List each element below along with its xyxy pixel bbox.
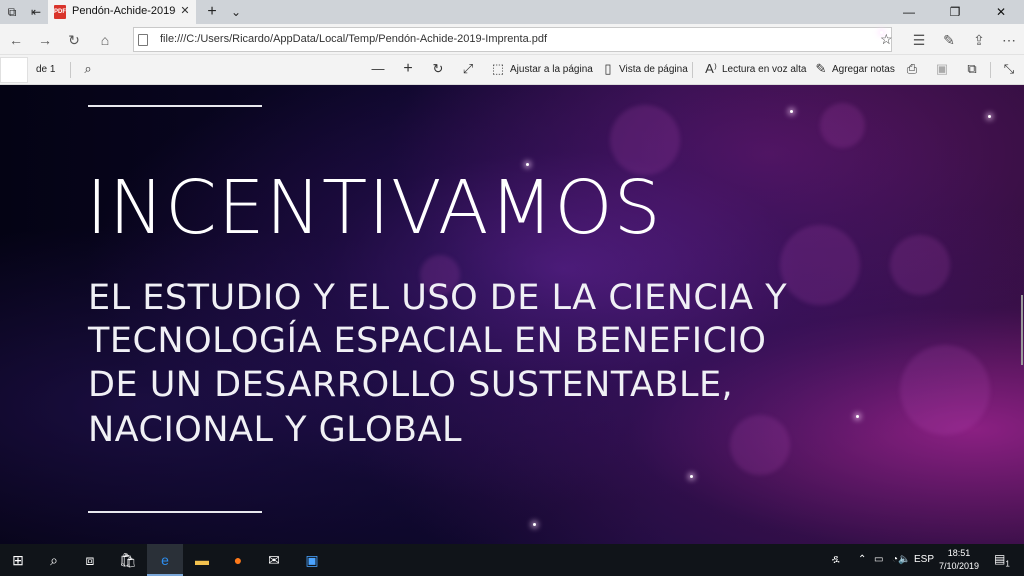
read-aloud-icon: A⁾: [705, 61, 717, 76]
tab-preview-icon[interactable]: ⧉: [4, 4, 20, 20]
system-clock[interactable]: 18:51 7/10/2019: [932, 547, 986, 573]
people-icon[interactable]: ዷ: [832, 554, 840, 565]
toolbar-divider: [990, 62, 991, 78]
clock-time: 18:51: [947, 548, 971, 558]
more-icon[interactable]: ⋯: [1000, 31, 1018, 49]
top-divider-line: [88, 105, 262, 107]
vertical-scrollbar[interactable]: [1018, 85, 1024, 544]
minimize-button[interactable]: —: [886, 0, 932, 24]
star-sparkle: [790, 110, 793, 113]
maximize-button[interactable]: ❐: [932, 0, 978, 24]
save-icon[interactable]: ▣: [934, 61, 950, 77]
toolbar-divider: [70, 62, 71, 78]
cortana-search-icon[interactable]: ⌕: [36, 544, 72, 576]
save-as-icon[interactable]: ⧉: [964, 61, 980, 77]
navigation-bar: ← → ↻ ⌂ file:///C:/Users/Ricardo/AppData…: [0, 24, 1024, 55]
page-count-label: de 1: [36, 64, 56, 75]
file-scheme-icon: [138, 34, 148, 46]
body-line-4: NACIONAL Y GLOBAL: [88, 410, 462, 450]
body-line-2: TECNOLOGÍA ESPACIAL EN BENEFICIO: [88, 321, 767, 361]
rotate-icon[interactable]: ↻: [430, 61, 446, 77]
search-icon[interactable]: ⌕: [80, 61, 96, 77]
bottom-divider-line: [88, 511, 262, 513]
body-line-3: DE UN DESARROLLO SUSTENTABLE,: [88, 365, 734, 405]
app-icon[interactable]: ▣: [294, 544, 330, 576]
page-view-button[interactable]: Vista de página: [619, 64, 688, 75]
close-window-button[interactable]: ✕: [978, 0, 1024, 24]
add-notes-button[interactable]: Agregar notas: [832, 64, 895, 75]
star-sparkle: [988, 115, 991, 118]
star-sparkle: [856, 415, 859, 418]
tab-aside-icon[interactable]: ⇤: [28, 4, 44, 20]
volume-icon[interactable]: 🔈: [898, 554, 910, 565]
bokeh-light: [820, 103, 865, 148]
star-sparkle: [533, 523, 536, 526]
taskbar: ⊞ ⌕ ⧈ 🛍 e ▬ ● ✉ ▣ ዷ ⌃ ▭ ◔ 🔈 ESP 18:51 7/…: [0, 544, 1024, 576]
tab-title: Pendón-Achide-2019-Ir: [72, 5, 176, 17]
address-bar[interactable]: file:///C:/Users/Ricardo/AppData/Local/T…: [133, 27, 893, 52]
url-text: file:///C:/Users/Ricardo/AppData/Local/T…: [160, 33, 548, 45]
read-aloud-button[interactable]: Lectura en voz alta: [722, 64, 807, 75]
windows-icon[interactable]: ⊞: [0, 544, 36, 576]
firefox-icon[interactable]: ●: [220, 544, 256, 576]
title-bar: ⧉ ⇤ PDF Pendón-Achide-2019-Ir ✕ + ⌄ — ❐ …: [0, 0, 1024, 24]
notification-count: 1: [1005, 559, 1010, 569]
battery-icon[interactable]: ▭: [874, 554, 883, 565]
clock-date: 7/10/2019: [938, 561, 980, 571]
back-icon[interactable]: ←: [7, 31, 25, 49]
bokeh-light: [890, 235, 950, 295]
favorite-star-icon[interactable]: ☆: [880, 31, 893, 47]
task-view-icon[interactable]: ⧈: [72, 544, 108, 576]
fit-page-icon: ⬚: [491, 61, 505, 76]
edge-icon[interactable]: e: [147, 544, 183, 576]
pen-icon[interactable]: ✎: [940, 31, 958, 49]
page-view-icon: ▯: [604, 61, 612, 76]
scrollbar-thumb[interactable]: [1021, 295, 1023, 365]
bokeh-light: [730, 415, 790, 475]
zoom-out-button[interactable]: —: [370, 61, 386, 77]
refresh-icon[interactable]: ↻: [65, 31, 83, 49]
pdf-toolbar: de 1 ⌕ — + ↻ ⤢ ⬚ Ajustar a la página ▯ V…: [0, 55, 1024, 85]
mail-icon[interactable]: ✉: [256, 544, 292, 576]
fit-page-button[interactable]: Ajustar a la página: [510, 64, 593, 75]
language-indicator[interactable]: ESP: [914, 554, 934, 565]
bokeh-light: [900, 345, 990, 435]
new-tab-button[interactable]: +: [204, 4, 220, 20]
bokeh-light: [780, 225, 860, 305]
home-icon[interactable]: ⌂: [96, 31, 114, 49]
fullscreen-icon[interactable]: ⤢: [460, 61, 476, 77]
print-icon[interactable]: ⎙: [904, 61, 920, 77]
forward-icon[interactable]: →: [36, 31, 54, 49]
close-tab-icon[interactable]: ✕: [178, 4, 192, 18]
pin-icon[interactable]: ⤡: [1001, 61, 1017, 77]
store-icon[interactable]: 🛍: [110, 544, 146, 576]
zoom-in-button[interactable]: +: [400, 61, 416, 77]
browser-tab[interactable]: PDF Pendón-Achide-2019-Ir ✕: [48, 0, 196, 24]
document-heading: INCENTIVAMOS: [86, 165, 662, 251]
tab-list-button[interactable]: ⌄: [228, 4, 244, 20]
page-number-input[interactable]: [0, 57, 28, 83]
action-center-icon[interactable]: ▤1: [994, 552, 1010, 568]
share-icon[interactable]: ⇪: [970, 31, 988, 49]
file-explorer-icon[interactable]: ▬: [184, 544, 220, 576]
pdf-page: INCENTIVAMOS EL ESTUDIO Y EL USO DE LA C…: [0, 85, 1024, 544]
favorites-icon[interactable]: ☰: [910, 31, 928, 49]
pdf-file-icon: PDF: [54, 5, 66, 19]
notes-pen-icon: ✎: [815, 61, 827, 76]
chevron-up-icon[interactable]: ⌃: [858, 554, 866, 565]
toolbar-divider: [692, 62, 693, 78]
star-sparkle: [690, 475, 693, 478]
body-line-1: EL ESTUDIO Y EL USO DE LA CIENCIA Y: [88, 278, 788, 318]
